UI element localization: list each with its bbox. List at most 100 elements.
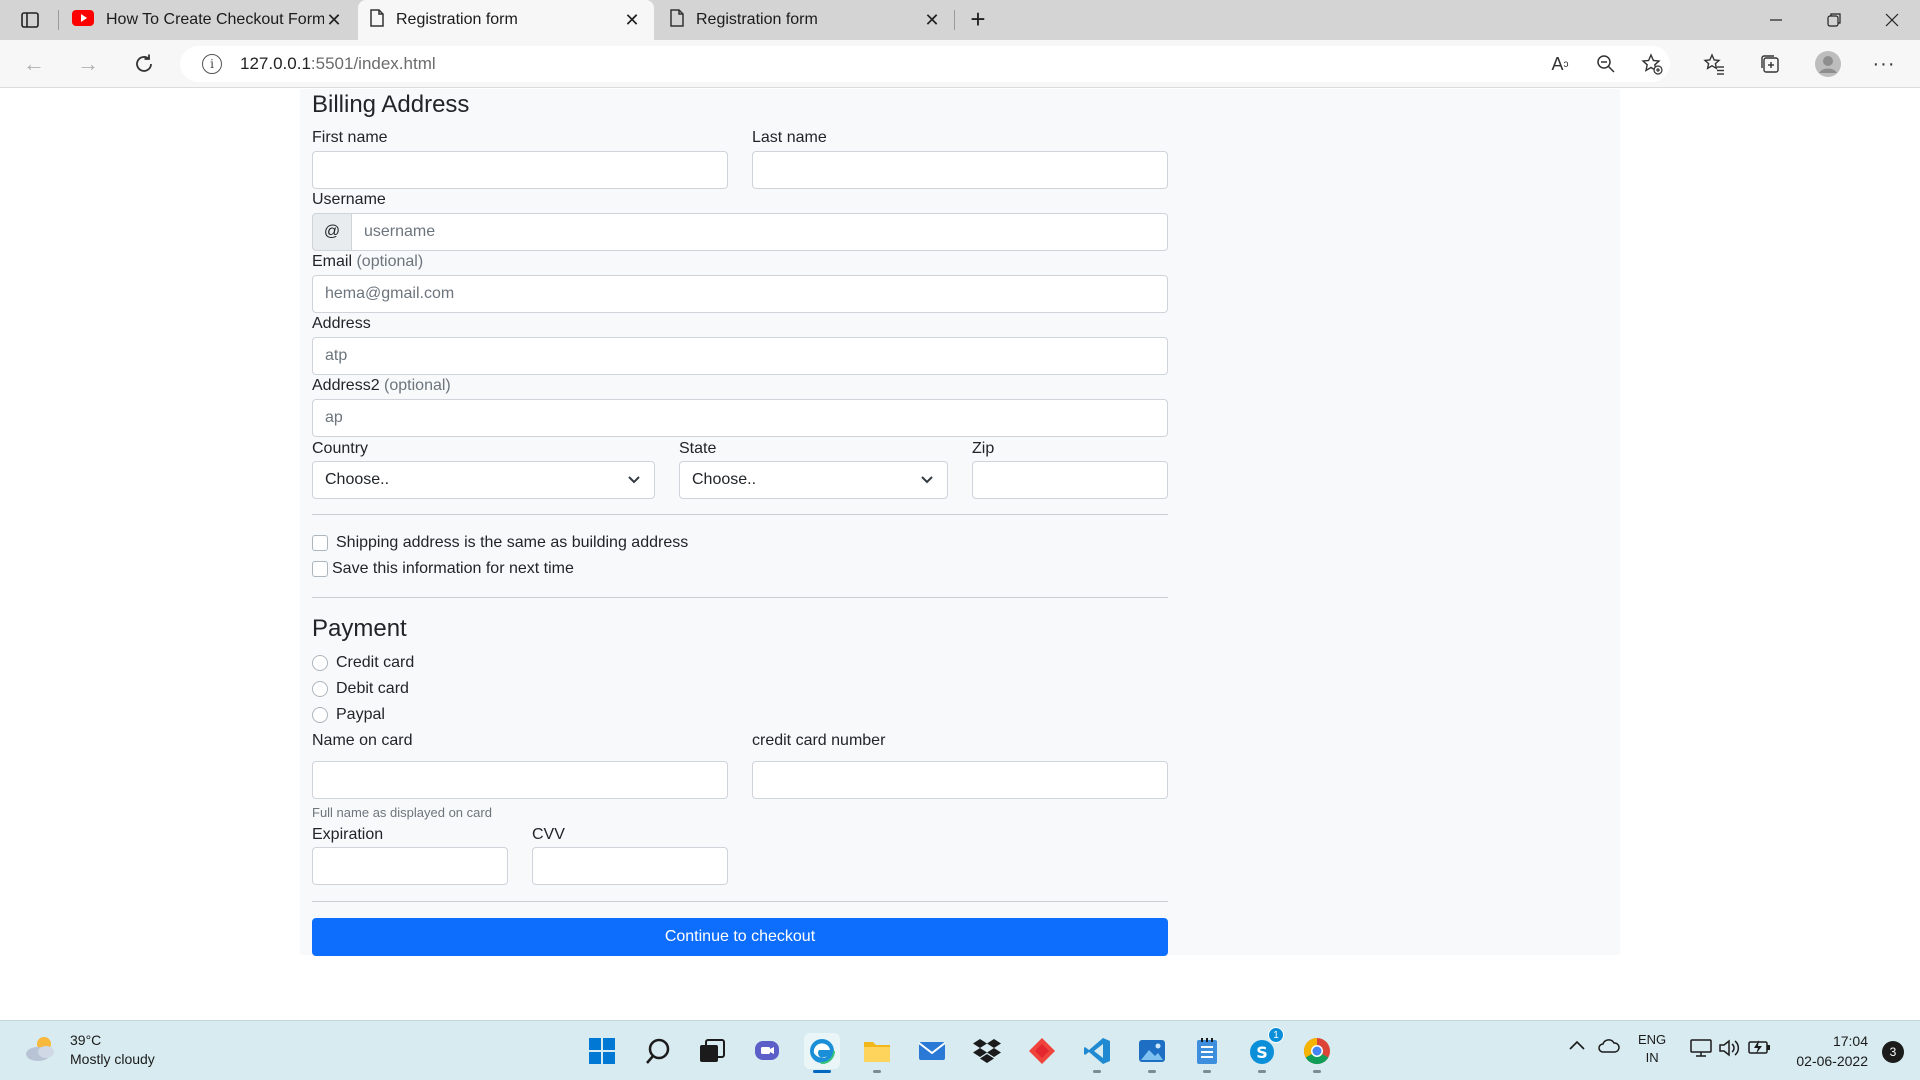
site-info-icon[interactable]: i bbox=[202, 54, 222, 74]
task-view-icon[interactable] bbox=[694, 1033, 730, 1069]
file-explorer-icon[interactable] bbox=[859, 1033, 895, 1073]
active-indicator bbox=[813, 1070, 831, 1073]
username-input[interactable]: username bbox=[352, 213, 1168, 251]
network-icon[interactable] bbox=[1690, 1039, 1712, 1060]
save-info-checkbox[interactable]: Save this information for next time bbox=[312, 560, 574, 578]
dropbox-icon[interactable] bbox=[969, 1033, 1005, 1069]
tab-separator bbox=[58, 10, 59, 30]
profile-avatar[interactable] bbox=[1814, 50, 1842, 78]
radio-circle[interactable] bbox=[312, 707, 328, 723]
running-indicator bbox=[1258, 1070, 1266, 1073]
more-options-icon[interactable]: ··· bbox=[1870, 50, 1898, 78]
skype-icon[interactable]: S 1 bbox=[1244, 1027, 1284, 1073]
last-name-input[interactable] bbox=[752, 151, 1168, 189]
name-on-card-input[interactable] bbox=[312, 761, 728, 799]
card-number-input[interactable] bbox=[752, 761, 1168, 799]
chevron-down-icon bbox=[919, 472, 935, 488]
same-address-checkbox[interactable]: Shipping address is the same as building… bbox=[312, 534, 688, 552]
edge-browser-icon[interactable] bbox=[804, 1033, 840, 1073]
tab-title: Registration form bbox=[696, 11, 818, 28]
collections-icon[interactable] bbox=[1756, 50, 1784, 78]
divider bbox=[312, 514, 1168, 515]
close-window-icon[interactable] bbox=[1864, 0, 1920, 40]
read-aloud-icon[interactable]: Aↄ bbox=[1546, 50, 1574, 78]
weather-widget[interactable]: 39°C Mostly cloudy bbox=[24, 1031, 155, 1069]
first-name-input[interactable] bbox=[312, 151, 728, 189]
at-sign-prefix: @ bbox=[312, 213, 352, 251]
expiration-input[interactable] bbox=[312, 847, 508, 885]
chrome-icon[interactable] bbox=[1299, 1033, 1335, 1073]
close-tab-icon[interactable]: ✕ bbox=[324, 10, 344, 30]
page-icon bbox=[670, 8, 684, 32]
running-indicator bbox=[873, 1070, 881, 1073]
photos-icon[interactable] bbox=[1134, 1033, 1170, 1073]
onedrive-cloud-icon[interactable] bbox=[1598, 1039, 1620, 1056]
notification-count-badge[interactable]: 3 bbox=[1882, 1041, 1904, 1063]
tab-actions-icon[interactable] bbox=[18, 10, 42, 30]
radio-circle[interactable] bbox=[312, 655, 328, 671]
running-indicator bbox=[1203, 1070, 1211, 1073]
tab-title: Registration form bbox=[396, 11, 518, 28]
zoom-out-icon[interactable] bbox=[1592, 50, 1620, 78]
username-label: Username bbox=[312, 191, 386, 208]
url-text: 127.0.0.1:5501/index.html bbox=[240, 54, 436, 73]
tab-registration-active[interactable]: Registration form ✕ bbox=[358, 0, 654, 40]
mail-icon[interactable] bbox=[914, 1033, 950, 1069]
email-label: Email (optional) bbox=[312, 253, 424, 270]
clock[interactable]: 17:04 02-06-2022 bbox=[1796, 1031, 1868, 1071]
checkbox-box[interactable] bbox=[312, 561, 328, 577]
cvv-input[interactable] bbox=[532, 847, 728, 885]
clock-time: 17:04 bbox=[1832, 1033, 1868, 1049]
windows-start-icon[interactable] bbox=[584, 1033, 620, 1069]
email-input[interactable]: hema@gmail.com bbox=[312, 275, 1168, 313]
checkbox-box[interactable] bbox=[312, 535, 328, 551]
address2-label: Address2 (optional) bbox=[312, 377, 451, 394]
battery-charging-icon[interactable] bbox=[1748, 1039, 1772, 1058]
country-select[interactable]: Choose.. bbox=[312, 461, 655, 499]
refresh-icon[interactable] bbox=[130, 50, 158, 78]
debit-card-radio[interactable]: Debit card bbox=[312, 680, 409, 698]
close-tab-icon[interactable]: ✕ bbox=[622, 10, 642, 30]
chevron-up-icon[interactable] bbox=[1568, 1039, 1586, 1054]
continue-to-checkout-button[interactable]: Continue to checkout bbox=[312, 918, 1168, 956]
new-tab-button[interactable]: + bbox=[964, 6, 992, 32]
credit-card-radio[interactable]: Credit card bbox=[312, 654, 414, 672]
running-indicator bbox=[1313, 1070, 1321, 1073]
paypal-label: Paypal bbox=[336, 706, 385, 723]
restore-icon[interactable] bbox=[1806, 0, 1862, 40]
notepad-icon[interactable] bbox=[1189, 1033, 1225, 1073]
running-indicator bbox=[1148, 1070, 1156, 1073]
anydesk-icon[interactable] bbox=[1024, 1033, 1060, 1069]
youtube-icon bbox=[72, 9, 94, 31]
last-name-label: Last name bbox=[752, 129, 827, 146]
url-field[interactable]: i 127.0.0.1:5501/index.html bbox=[180, 46, 1670, 82]
state-select[interactable]: Choose.. bbox=[679, 461, 948, 499]
paypal-radio[interactable]: Paypal bbox=[312, 706, 385, 724]
address2-input[interactable]: ap bbox=[312, 399, 1168, 437]
minimize-icon[interactable] bbox=[1748, 0, 1804, 40]
search-icon[interactable] bbox=[640, 1033, 676, 1069]
running-indicator bbox=[1093, 1070, 1101, 1073]
language-indicator[interactable]: ENG IN bbox=[1638, 1031, 1666, 1067]
card-number-label: credit card number bbox=[752, 732, 886, 749]
add-favorite-icon[interactable] bbox=[1638, 50, 1666, 78]
back-icon[interactable]: ← bbox=[20, 50, 48, 78]
expiration-label: Expiration bbox=[312, 826, 384, 843]
state-selected-value: Choose.. bbox=[692, 471, 757, 488]
tab-youtube[interactable]: How To Create Checkout Form u ✕ bbox=[60, 0, 356, 40]
volume-icon[interactable] bbox=[1718, 1039, 1740, 1060]
skype-badge: 1 bbox=[1268, 1027, 1284, 1043]
forward-icon[interactable]: → bbox=[74, 50, 102, 78]
address-input[interactable]: atp bbox=[312, 337, 1168, 375]
tab-registration[interactable]: Registration form ✕ bbox=[658, 0, 954, 40]
favorites-icon[interactable] bbox=[1700, 50, 1728, 78]
country-label: Country bbox=[312, 440, 369, 457]
divider bbox=[312, 901, 1168, 902]
cvv-label: CVV bbox=[532, 826, 565, 843]
close-tab-icon[interactable]: ✕ bbox=[922, 10, 942, 30]
zip-input[interactable] bbox=[972, 461, 1168, 499]
temperature: 39°C bbox=[70, 1032, 102, 1048]
vscode-icon[interactable] bbox=[1079, 1033, 1115, 1073]
radio-circle[interactable] bbox=[312, 681, 328, 697]
teams-chat-icon[interactable] bbox=[749, 1033, 785, 1069]
